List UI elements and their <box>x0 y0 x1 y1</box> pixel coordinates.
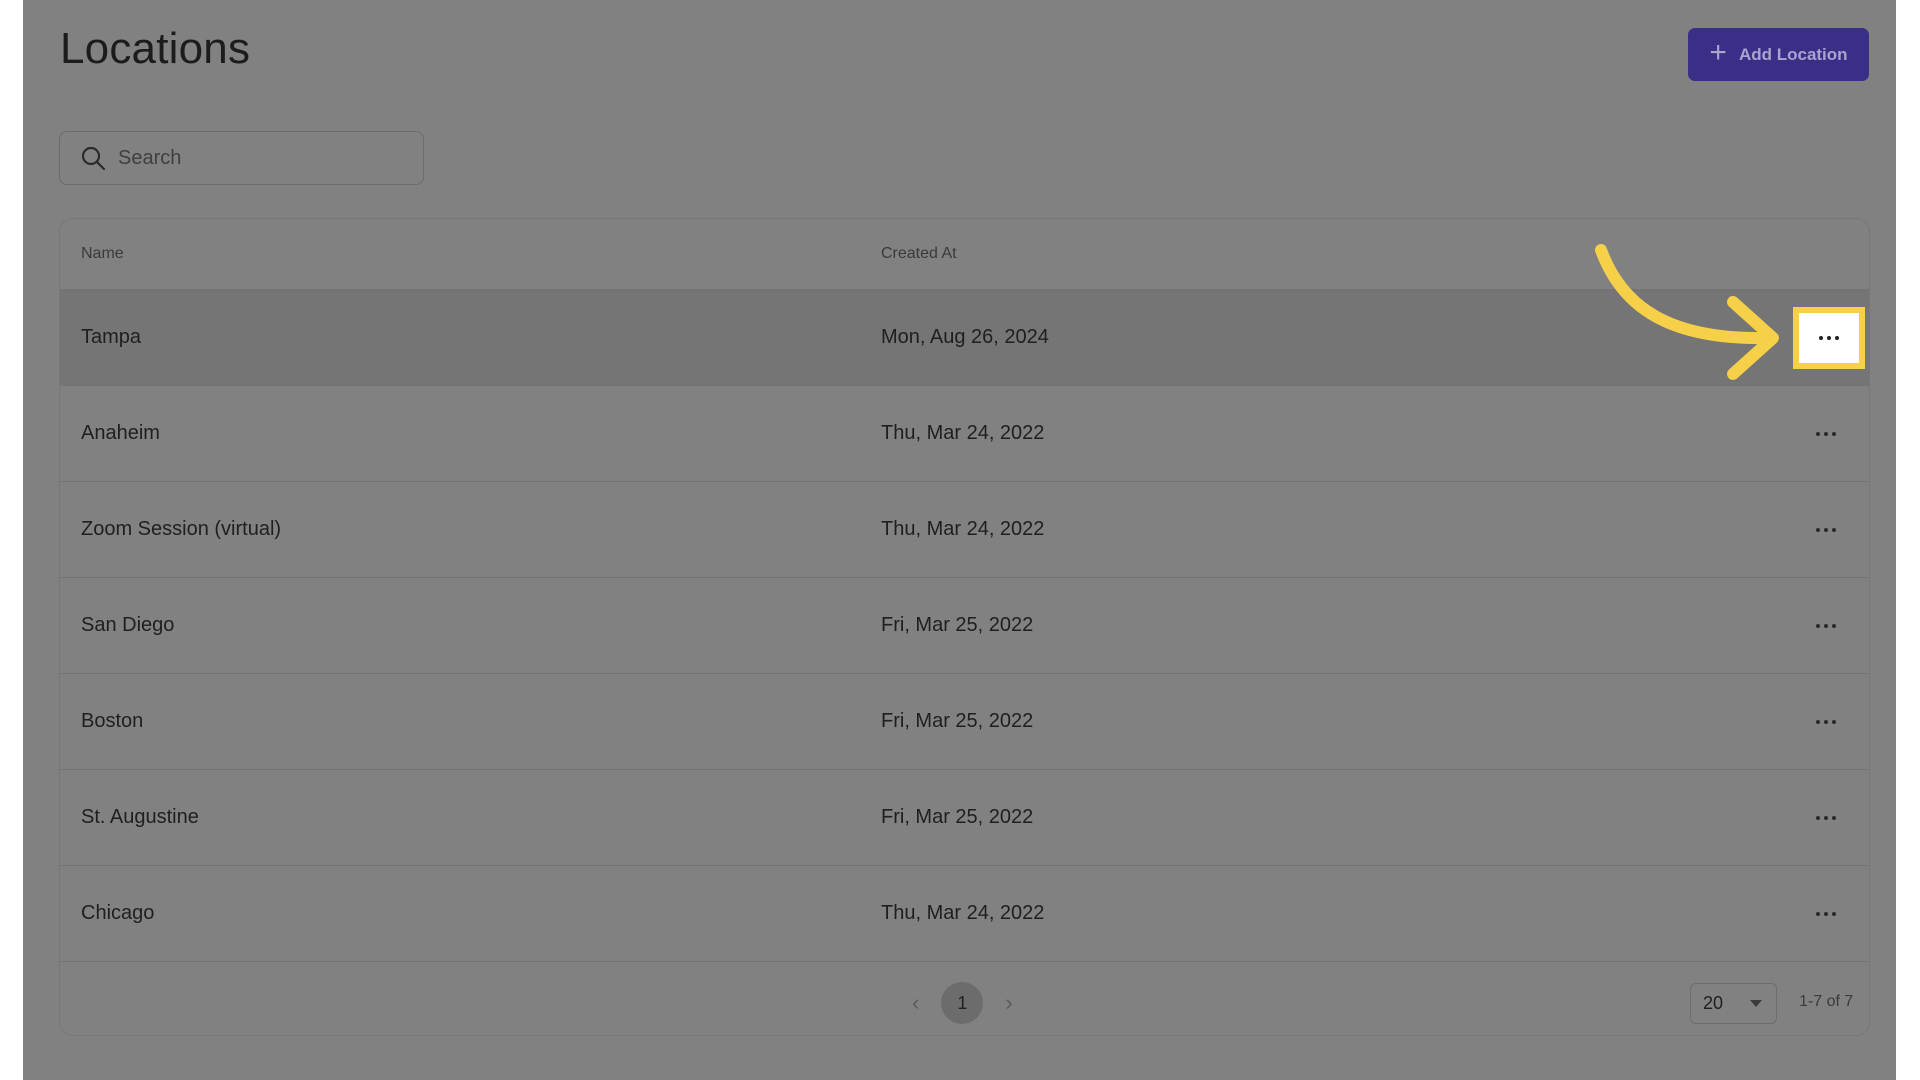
pagination-range: 1-7 of 7 <box>1799 993 1854 1010</box>
more-horizontal-icon[interactable] <box>1802 801 1850 835</box>
more-horizontal-icon[interactable] <box>1802 513 1850 547</box>
location-name: Tampa <box>81 326 142 348</box>
table-row[interactable]: Zoom Session (virtual) Thu, Mar 24, 2022 <box>60 482 1869 578</box>
rows-per-page-select[interactable]: 20 <box>1690 983 1777 1024</box>
table-row[interactable]: Boston Fri, Mar 25, 2022 <box>60 674 1869 770</box>
location-name: St. Augustine <box>81 806 199 828</box>
add-location-button[interactable]: + Add Location <box>1688 28 1869 81</box>
location-name: Boston <box>81 710 144 732</box>
location-name: Chicago <box>81 902 155 924</box>
table-row[interactable]: Tampa Mon, Aug 26, 2024 <box>60 290 1869 386</box>
created-at: Fri, Mar 25, 2022 <box>881 710 1034 732</box>
pagination: ‹ 1 › <box>912 982 1013 1024</box>
add-location-label: Add Location <box>1738 44 1848 64</box>
plus-icon: + <box>1709 36 1727 69</box>
rows-per-page-value: 20 <box>1703 993 1724 1013</box>
search-box[interactable] <box>59 131 424 185</box>
created-at: Mon, Aug 26, 2024 <box>881 326 1049 348</box>
table-header: Name Created At <box>60 219 1869 290</box>
created-at: Fri, Mar 25, 2022 <box>881 806 1034 828</box>
location-name: Zoom Session (virtual) <box>81 518 282 540</box>
locations-table: Name Created At Tampa Mon, Aug 26, 2024 … <box>59 218 1870 1036</box>
table-row[interactable]: Chicago Thu, Mar 24, 2022 <box>60 866 1869 962</box>
location-name: San Diego <box>81 614 175 636</box>
more-horizontal-icon[interactable] <box>1802 705 1850 739</box>
more-horizontal-icon[interactable] <box>1802 417 1850 451</box>
column-header-created-at[interactable]: Created At <box>881 245 957 263</box>
location-name: Anaheim <box>81 422 160 444</box>
page-title: Locations <box>60 24 251 73</box>
more-horizontal-icon[interactable] <box>1793 306 1865 369</box>
search-input[interactable] <box>116 145 400 171</box>
table-row[interactable]: St. Augustine Fri, Mar 25, 2022 <box>60 770 1869 866</box>
table-row[interactable]: San Diego Fri, Mar 25, 2022 <box>60 578 1869 674</box>
table-footer: ‹ 1 › 20 1-7 of 7 <box>60 962 1869 1035</box>
created-at: Thu, Mar 24, 2022 <box>881 902 1045 924</box>
created-at: Fri, Mar 25, 2022 <box>881 614 1034 636</box>
more-horizontal-icon[interactable] <box>1802 609 1850 643</box>
column-header-name[interactable]: Name <box>81 245 124 263</box>
created-at: Thu, Mar 24, 2022 <box>881 422 1045 444</box>
app-frame: Locations + Add Location Name Created At… <box>23 0 1896 1080</box>
more-horizontal-icon[interactable] <box>1802 897 1850 931</box>
chevron-right-icon[interactable]: › <box>1005 990 1012 1016</box>
chevron-left-icon[interactable]: ‹ <box>912 990 919 1016</box>
page-button[interactable]: 1 <box>941 982 984 1024</box>
created-at: Thu, Mar 24, 2022 <box>881 518 1045 540</box>
search-icon <box>81 146 106 171</box>
table-row[interactable]: Anaheim Thu, Mar 24, 2022 <box>60 386 1869 482</box>
caret-down-icon <box>1750 1000 1762 1007</box>
